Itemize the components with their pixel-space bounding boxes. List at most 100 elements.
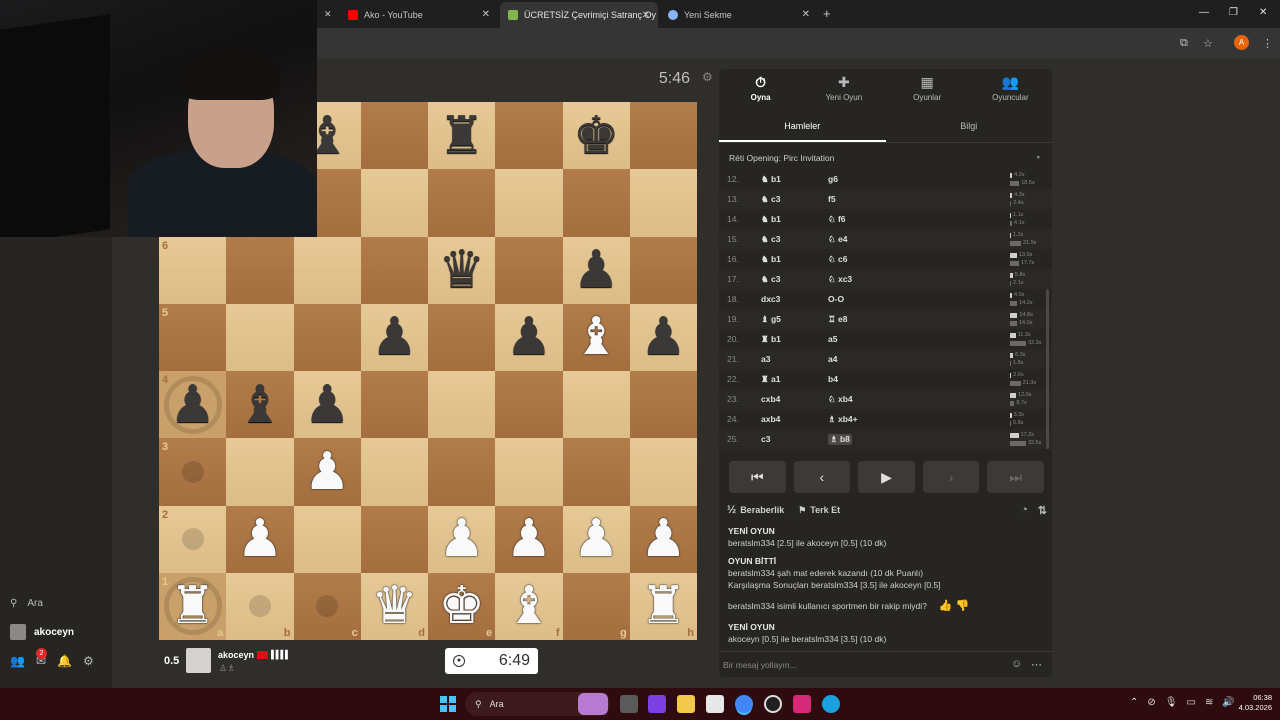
square-g8[interactable]: ♚ [562, 102, 630, 170]
square-b4[interactable]: ♝ [226, 371, 294, 439]
square-d3[interactable] [360, 438, 428, 506]
square-h8[interactable] [629, 102, 697, 170]
black-move[interactable]: ♗ xb4+ [828, 414, 858, 425]
wifi-icon[interactable]: ≋ [1205, 697, 1213, 708]
white-pawn-piece[interactable]: ♟ [506, 513, 553, 565]
square-c2[interactable] [293, 505, 361, 573]
square-c1[interactable]: c [293, 572, 361, 640]
sidebar-search[interactable]: ⚲ Ara [10, 598, 43, 609]
black-move[interactable]: ♗ b8 [828, 434, 852, 445]
tab-youtube[interactable]: Ako - YouTube ✕ [340, 3, 498, 26]
white-king-piece[interactable]: ♚ [438, 580, 485, 632]
tab-yeni-oyun[interactable]: ✚ Yeni Oyun [802, 69, 885, 113]
square-a4[interactable]: 4 ♟ [159, 371, 227, 439]
move-list[interactable]: 12. ♞ b1 g6 4.2s 18.5s 13. ♞ c3 f5 4.3s 2.4s 14. ♞ … [719, 169, 1052, 449]
restore-icon[interactable]: ❐ [1229, 7, 1238, 18]
square-c6[interactable] [293, 236, 361, 304]
window-close-icon[interactable]: ✕ [1259, 7, 1267, 18]
thumbs-up-icon[interactable]: 👍 [939, 600, 953, 612]
white-move[interactable]: dxc3 [761, 294, 780, 304]
settings-icon[interactable]: ⚙ [83, 654, 94, 668]
white-move[interactable]: ♞ c3 [761, 194, 780, 205]
chat-input[interactable] [723, 656, 993, 674]
square-g5[interactable]: ♝ [562, 303, 630, 371]
square-d6[interactable] [360, 236, 428, 304]
display-icon[interactable]: ▭ [1186, 697, 1195, 708]
square-b6[interactable] [226, 236, 294, 304]
white-bishop-piece[interactable]: ♝ [506, 580, 553, 632]
white-queen-piece[interactable]: ♛ [371, 580, 418, 632]
move-list-scrollbar[interactable] [1046, 289, 1049, 449]
black-pawn-piece[interactable]: ♟ [371, 311, 418, 363]
square-h1[interactable]: h ♜ [629, 572, 697, 640]
next-move-button[interactable]: › [922, 461, 980, 493]
square-d2[interactable] [360, 505, 428, 573]
square-a2[interactable]: 2 [159, 505, 227, 573]
square-g2[interactable]: ♟ [562, 505, 630, 573]
legal-move-dot[interactable] [181, 460, 204, 483]
square-b2[interactable]: ♟ [226, 505, 294, 573]
gear-icon[interactable]: ⚙ [702, 70, 713, 84]
square-h6[interactable] [629, 236, 697, 304]
black-pawn-piece[interactable]: ♟ [506, 311, 553, 363]
instagram-icon[interactable] [793, 695, 811, 713]
black-move[interactable]: ♘ xb4 [828, 394, 853, 405]
star-icon[interactable]: ☆ [1203, 37, 1213, 50]
black-move[interactable]: a4 [828, 354, 837, 364]
black-move[interactable]: a5 [828, 334, 837, 344]
black-rook-piece[interactable]: ♜ [438, 110, 485, 162]
black-king-piece[interactable]: ♚ [573, 110, 620, 162]
square-b5[interactable] [226, 303, 294, 371]
minimize-icon[interactable]: — [1199, 7, 1209, 18]
square-h7[interactable] [629, 169, 697, 237]
square-e4[interactable] [428, 371, 496, 439]
black-pawn-piece[interactable]: ♟ [640, 311, 687, 363]
microphone-icon[interactable]: 🎙 [1165, 697, 1178, 708]
legal-move-dot[interactable] [181, 528, 204, 551]
square-d4[interactable] [360, 371, 428, 439]
play-button[interactable]: ▶ [858, 461, 915, 493]
legal-move-dot[interactable] [316, 595, 339, 618]
tab-info[interactable]: Bilgi [886, 113, 1053, 142]
square-f2[interactable]: ♟ [495, 505, 563, 573]
square-c3[interactable]: ♟ [293, 438, 361, 506]
square-h5[interactable]: ♟ [629, 303, 697, 371]
square-h3[interactable] [629, 438, 697, 506]
square-g6[interactable]: ♟ [562, 236, 630, 304]
square-g3[interactable] [562, 438, 630, 506]
tab-close-prev[interactable]: ✕ [318, 3, 338, 26]
player-name[interactable]: akoceyn [218, 650, 254, 660]
white-pawn-piece[interactable]: ♟ [438, 513, 485, 565]
white-rook-piece[interactable]: ♜ [640, 580, 687, 632]
square-f7[interactable] [495, 169, 563, 237]
square-a6[interactable]: 6 [159, 236, 227, 304]
windows-start-icon[interactable] [440, 696, 456, 712]
white-move[interactable]: ♜ a1 [761, 374, 780, 385]
square-d5[interactable]: ♟ [360, 303, 428, 371]
square-f1[interactable]: f ♝ [495, 572, 563, 640]
square-e5[interactable] [428, 303, 496, 371]
square-e7[interactable] [428, 169, 496, 237]
install-app-icon[interactable]: ⧉ [1180, 37, 1188, 50]
bell-icon[interactable]: 🔔 [57, 654, 72, 668]
profile-avatar[interactable]: A [1234, 35, 1249, 50]
white-move[interactable]: c3 [761, 434, 770, 444]
tab-new[interactable]: Yeni Sekme ✕ [660, 3, 818, 26]
file-explorer-icon[interactable] [677, 695, 695, 713]
chevron-up-icon[interactable]: ⌃ [1130, 697, 1138, 708]
square-d7[interactable] [360, 169, 428, 237]
black-move[interactable]: ♘ xc3 [828, 274, 852, 285]
white-move[interactable]: ♞ b1 [761, 214, 781, 225]
white-move[interactable]: ♞ c3 [761, 234, 780, 245]
white-pawn-piece[interactable]: ♟ [573, 513, 620, 565]
github-icon[interactable] [764, 695, 782, 713]
black-bishop-piece[interactable]: ♝ [237, 379, 284, 431]
square-e3[interactable] [428, 438, 496, 506]
black-move[interactable]: O-O [828, 294, 844, 304]
book-icon[interactable]: ▪ [1037, 152, 1040, 162]
tab-moves[interactable]: Hamleler [719, 113, 886, 142]
white-pawn-piece[interactable]: ♟ [237, 513, 284, 565]
analysis-icon[interactable]: ◔ [1021, 504, 1028, 517]
square-f4[interactable] [495, 371, 563, 439]
square-c5[interactable] [293, 303, 361, 371]
